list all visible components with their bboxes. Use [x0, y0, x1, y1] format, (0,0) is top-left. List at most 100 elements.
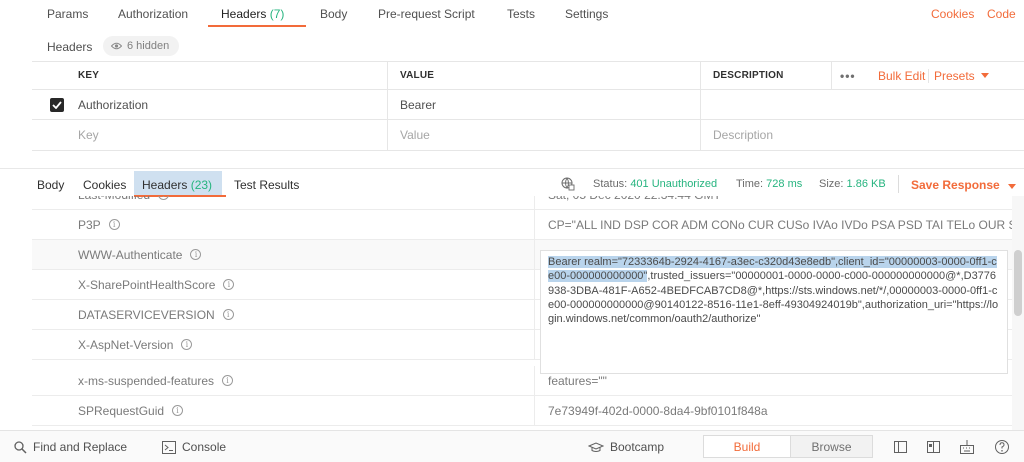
bootcamp-button[interactable]: Bootcamp	[588, 440, 664, 454]
divider	[898, 175, 899, 193]
save-response-button[interactable]: Save Response	[911, 178, 1017, 192]
checkmark-icon	[50, 97, 64, 112]
value-placeholder-input[interactable]: Value	[388, 120, 700, 150]
column-header-key: KEY	[78, 70, 100, 81]
presets-label: Presets	[934, 68, 975, 83]
cookies-link[interactable]: Cookies	[931, 7, 974, 21]
request-tabs: Params Authorization Headers (7) Body Pr…	[0, 0, 1024, 30]
response-header-name: DATASERVICEVERSION	[78, 307, 215, 322]
response-header-value[interactable]: 7e73949f-402d-0000-8da4-9bf0101f848a	[536, 396, 1012, 425]
response-header-name: x-ms-suspended-features	[78, 373, 215, 388]
column-header-description: DESCRIPTION	[713, 70, 784, 81]
bootcamp-label: Bootcamp	[610, 440, 665, 454]
size-value: 1.86 KB	[846, 178, 886, 190]
status-value: 401 Unauthorized	[630, 178, 718, 190]
response-header-name: Last-Modified	[78, 196, 150, 202]
key-placeholder-input[interactable]: Key	[66, 120, 388, 150]
response-header-key: X-AspNet-Version i	[32, 330, 535, 359]
table-row: SPRequestGuid i 7e73949f-402d-0000-8da4-9…	[32, 396, 1012, 426]
time-info[interactable]: Time: 728 ms	[736, 178, 802, 190]
response-headers-count: (23)	[190, 178, 213, 192]
response-header-value[interactable]: CP="ALL IND DSP COR ADM CONo CUR CUSo IV…	[536, 210, 1012, 239]
info-icon[interactable]: i	[172, 405, 184, 416]
graduation-cap-icon	[588, 441, 604, 452]
response-tab-headers-label: Headers	[142, 178, 188, 192]
tab-tests[interactable]: Tests	[507, 7, 535, 21]
row-enabled-checkbox[interactable]	[50, 90, 66, 119]
tab-prerequest-script[interactable]: Pre-request Script	[378, 7, 475, 21]
response-tab-body[interactable]: Body	[37, 178, 64, 192]
table-row: P3P i CP="ALL IND DSP COR ADM CONo CUR CU…	[32, 210, 1012, 240]
status-info[interactable]: Status: 401 Unauthorized	[593, 178, 717, 190]
code-link[interactable]: Code	[987, 7, 1016, 21]
table-row: Last-Modified i Sat, 05 Dec 2020 22:34:44…	[32, 196, 1012, 210]
response-header-key: DATASERVICEVERSION i	[32, 300, 535, 329]
tab-headers[interactable]: Headers (7)	[221, 7, 284, 21]
tab-settings[interactable]: Settings	[565, 7, 608, 21]
tab-body[interactable]: Body	[320, 7, 347, 21]
console-label: Console	[182, 440, 227, 454]
info-icon[interactable]: i	[223, 279, 235, 290]
time-label: Time:	[736, 178, 764, 190]
status-bar: Find and Replace Console Bootcamp Build …	[0, 430, 1024, 462]
help-icon[interactable]	[993, 438, 1011, 456]
table-header-row: KEY VALUE DESCRIPTION ••• Bulk Edit Pres…	[32, 62, 1024, 90]
active-tab-underline	[208, 25, 306, 27]
header-description-cell[interactable]	[701, 90, 1021, 119]
search-icon	[14, 440, 27, 454]
more-options-icon[interactable]: •••	[828, 62, 868, 89]
size-info[interactable]: Size: 1.86 KB	[819, 178, 886, 190]
response-header-value[interactable]: Sat, 05 Dec 2020 22:34:44 GMT	[536, 196, 1012, 209]
new-header-row: Key Value Description	[32, 120, 1024, 151]
response-tab-headers[interactable]: Headers (23)	[142, 178, 212, 192]
find-replace-button[interactable]: Find and Replace	[14, 440, 127, 454]
caret-down-icon	[1008, 184, 1017, 189]
column-header-value: VALUE	[400, 70, 435, 81]
info-icon[interactable]: i	[222, 375, 234, 386]
build-mode-button[interactable]: Build	[703, 435, 791, 458]
response-tab-test-results[interactable]: Test Results	[234, 178, 299, 192]
scrollbar-thumb[interactable]	[1014, 250, 1022, 316]
description-placeholder-input[interactable]: Description	[701, 120, 1021, 150]
www-authenticate-expanded-value[interactable]: Bearer realm="7233364b-2924-4167-a3ec-c3…	[540, 250, 1008, 374]
response-header-key: X-SharePointHealthScore i	[32, 270, 535, 299]
info-icon[interactable]: i	[222, 309, 234, 320]
presets-dropdown[interactable]: Presets	[922, 62, 1022, 89]
response-header-key: SPRequestGuid i	[32, 396, 535, 425]
tab-headers-count: (7)	[269, 7, 285, 21]
response-header-name: X-AspNet-Version	[78, 337, 174, 352]
header-key-cell[interactable]: Authorization	[66, 90, 388, 119]
response-header-name: WWW-Authenticate	[78, 247, 183, 262]
info-icon[interactable]: i	[181, 339, 193, 350]
response-header-name: X-SharePointHealthScore	[78, 277, 216, 292]
size-label: Size:	[819, 178, 844, 190]
response-header-name: SPRequestGuid	[78, 403, 165, 418]
time-value: 728 ms	[766, 178, 803, 190]
response-header-key: Last-Modified i	[32, 196, 535, 209]
response-header-key: x-ms-suspended-features i	[32, 366, 535, 395]
tab-authorization[interactable]: Authorization	[118, 7, 188, 21]
headers-section-label: Headers	[47, 40, 93, 54]
info-icon[interactable]: i	[158, 196, 170, 200]
globe-icon[interactable]	[561, 177, 575, 191]
hidden-headers-toggle[interactable]: 6 hidden	[103, 36, 180, 56]
response-header-key: P3P i	[32, 210, 535, 239]
info-icon[interactable]: i	[190, 249, 202, 260]
console-button[interactable]: Console	[162, 440, 226, 454]
find-replace-label: Find and Replace	[33, 440, 128, 454]
header-value-cell[interactable]: Bearer	[388, 90, 700, 119]
split-view-icon[interactable]	[925, 438, 943, 456]
keyboard-shortcuts-icon[interactable]	[958, 438, 976, 456]
response-tab-cookies[interactable]: Cookies	[83, 178, 126, 192]
tab-params[interactable]: Params	[47, 7, 88, 21]
info-icon[interactable]: i	[108, 219, 120, 230]
status-label: Status:	[593, 178, 628, 190]
browse-mode-button[interactable]: Browse	[791, 435, 873, 458]
save-response-label: Save Response	[911, 178, 1000, 192]
table-row: Authorization Bearer	[32, 90, 1024, 120]
response-header-key: WWW-Authenticate i	[32, 240, 535, 269]
eye-icon	[111, 42, 122, 50]
two-pane-view-icon[interactable]	[892, 438, 910, 456]
caret-down-icon	[980, 73, 989, 78]
response-header-name: P3P	[78, 217, 101, 232]
